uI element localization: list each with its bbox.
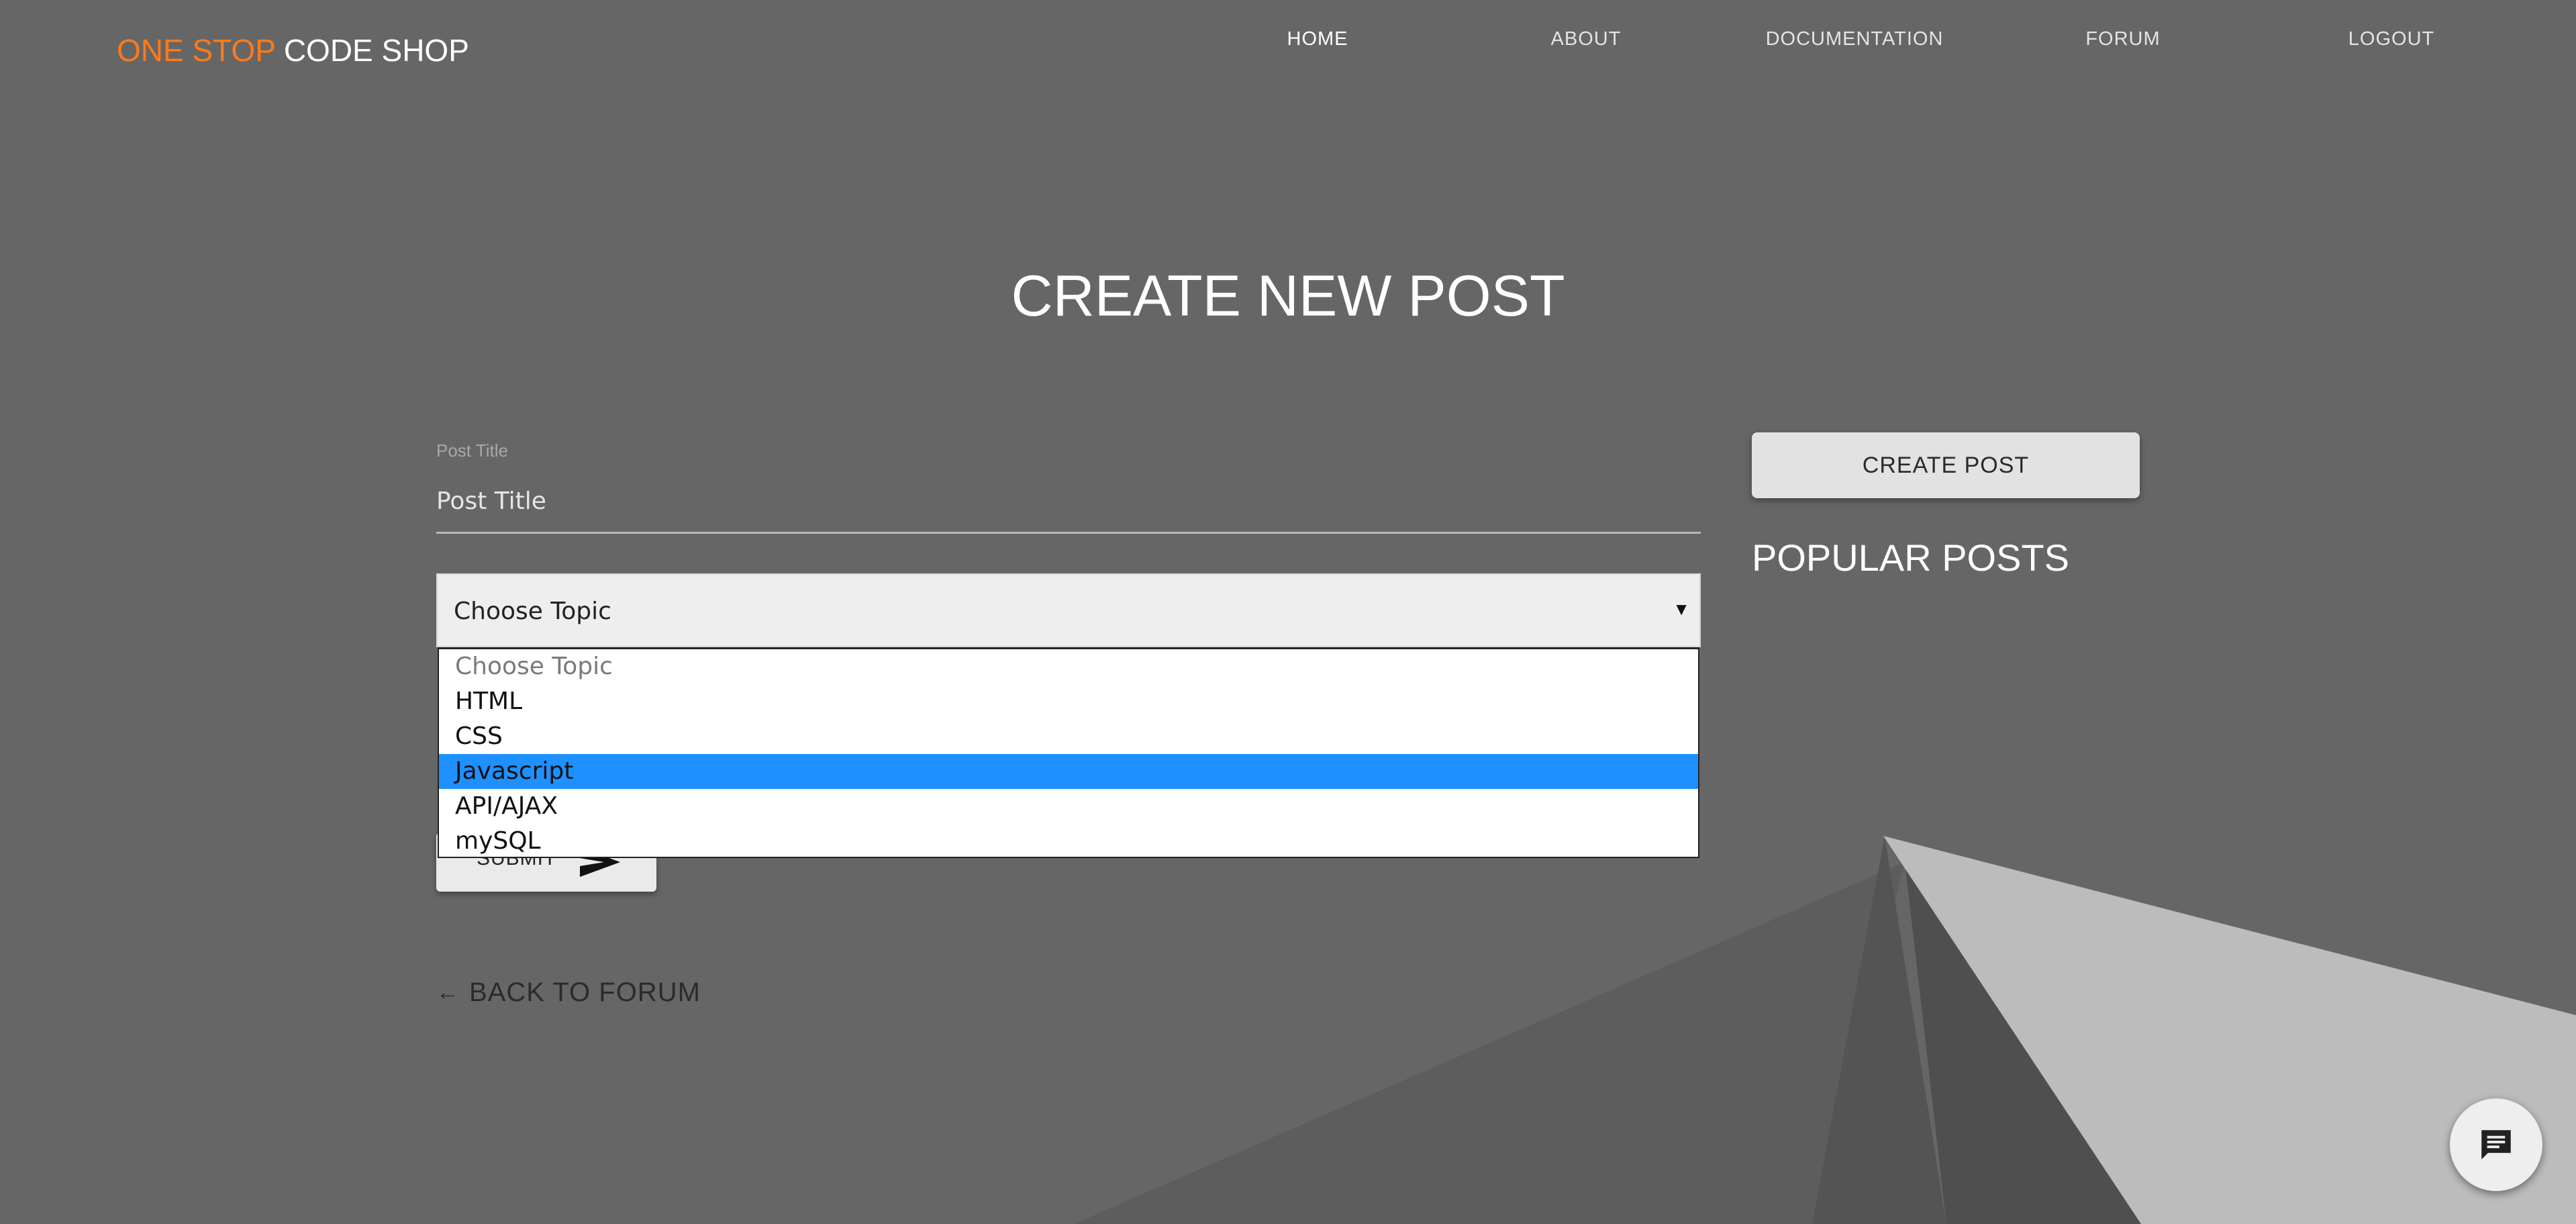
brand-accent-text: ONE STOP: [117, 33, 276, 68]
topic-option-mysql[interactable]: mySQL: [439, 824, 1698, 857]
topic-option-choose[interactable]: Choose Topic: [439, 649, 1698, 684]
nav-documentation[interactable]: DOCUMENTATION: [1766, 28, 1944, 50]
chevron-down-icon: ▼: [1673, 599, 1690, 619]
topic-select-value: Choose Topic: [454, 598, 611, 625]
arrow-left-icon: ←: [436, 980, 460, 1005]
brand-text: CODE SHOP: [283, 33, 469, 68]
page-title: CREATE NEW POST: [1011, 264, 1565, 328]
nav-logout[interactable]: LOGOUT: [2348, 28, 2434, 50]
popular-posts-heading: POPULAR POSTS: [1752, 536, 2070, 579]
chat-icon: [2481, 1130, 2511, 1160]
topic-option-css[interactable]: CSS: [439, 719, 1698, 754]
back-to-forum-link[interactable]: ← BACK TO FORUM: [436, 978, 701, 1008]
back-to-forum-label: BACK TO FORUM: [469, 978, 701, 1007]
nav-about[interactable]: ABOUT: [1551, 28, 1622, 50]
create-post-button[interactable]: CREATE POST: [1752, 432, 2140, 498]
nav-forum[interactable]: FORUM: [2085, 28, 2160, 50]
topic-dropdown-list[interactable]: Choose Topic HTML CSS Javascript API/AJA…: [438, 647, 1699, 858]
chat-button[interactable]: [2450, 1098, 2542, 1191]
topic-option-api-ajax[interactable]: API/AJAX: [439, 789, 1698, 824]
post-title-label: Post Title: [436, 440, 508, 461]
brand-logo[interactable]: ONE STOP CODE SHOP: [117, 35, 469, 66]
nav-home[interactable]: HOME: [1287, 28, 1348, 50]
topic-select[interactable]: Choose Topic ▼: [436, 573, 1701, 647]
topic-option-javascript[interactable]: Javascript: [439, 754, 1698, 789]
topic-option-html[interactable]: HTML: [439, 684, 1698, 719]
post-title-input[interactable]: [436, 470, 1701, 534]
